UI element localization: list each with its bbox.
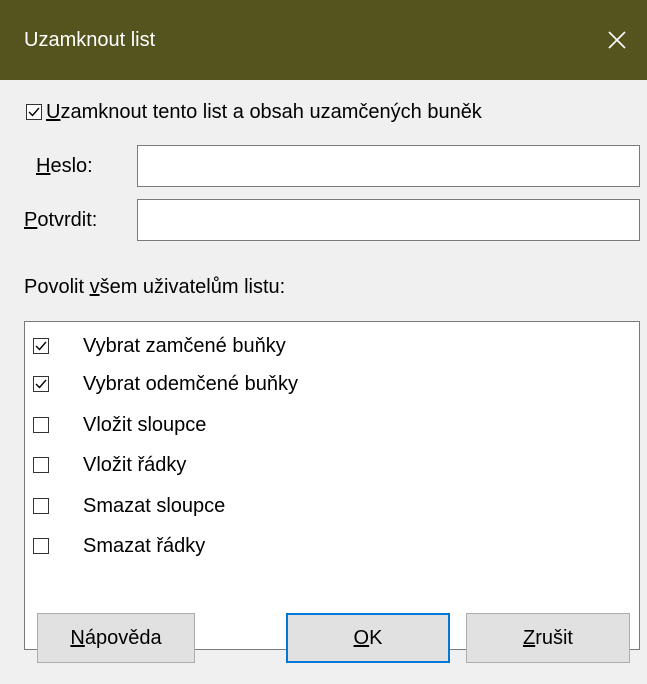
close-button[interactable] xyxy=(587,0,647,80)
checkmark-icon xyxy=(28,107,40,117)
confirm-label: Potvrdit: xyxy=(24,209,98,231)
title-bar[interactable]: Uzamknout list xyxy=(0,0,647,80)
permission-label: Vybrat odemčené buňky xyxy=(83,372,298,395)
help-button[interactable]: Nápověda xyxy=(37,613,195,663)
permission-label: Smazat sloupce xyxy=(83,494,226,517)
permission-checkbox[interactable] xyxy=(33,498,49,514)
permission-checkbox[interactable] xyxy=(33,338,49,354)
allow-users-label: Povolit všem uživatelům listu: xyxy=(24,276,286,298)
close-icon xyxy=(608,31,626,49)
password-field[interactable] xyxy=(137,145,640,187)
protect-sheet-dialog: Uzamknout list Uzamknout tento list a ob… xyxy=(0,0,647,684)
ok-button[interactable]: OK xyxy=(286,613,450,663)
checkmark-icon xyxy=(35,341,47,351)
permission-item[interactable]: Smazat sloupce xyxy=(33,488,225,524)
permission-label: Vybrat zamčené buňky xyxy=(83,334,286,357)
confirm-password-field[interactable] xyxy=(137,199,640,241)
dialog-title: Uzamknout list xyxy=(24,29,156,51)
permission-checkbox[interactable] xyxy=(33,417,49,433)
protect-sheet-label: Uzamknout tento list a obsah uzamčených … xyxy=(46,101,482,123)
protect-sheet-checkbox[interactable] xyxy=(26,104,42,120)
password-label: Heslo: xyxy=(36,155,93,177)
permission-item[interactable]: Vložit sloupce xyxy=(33,407,206,443)
permission-checkbox[interactable] xyxy=(33,376,49,392)
permission-checkbox[interactable] xyxy=(33,457,49,473)
permission-label: Smazat řádky xyxy=(83,534,206,557)
dialog-body: Uzamknout tento list a obsah uzamčených … xyxy=(0,80,647,684)
permission-checkbox[interactable] xyxy=(33,538,49,554)
permission-item[interactable]: Vybrat odemčené buňky xyxy=(33,366,298,402)
permission-item[interactable]: Vložit řádky xyxy=(33,447,186,483)
protect-sheet-option[interactable]: Uzamknout tento list a obsah uzamčených … xyxy=(26,100,482,124)
permission-label: Vložit řádky xyxy=(83,453,187,476)
permissions-list[interactable]: Vybrat zamčené buňky Vybrat odemčené buň… xyxy=(24,321,640,650)
permission-label: Vložit sloupce xyxy=(83,413,207,436)
checkmark-icon xyxy=(35,379,47,389)
permission-item[interactable]: Smazat řádky xyxy=(33,528,205,564)
cancel-button[interactable]: Zrušit xyxy=(466,613,630,663)
permission-item[interactable]: Vybrat zamčené buňky xyxy=(33,328,286,364)
